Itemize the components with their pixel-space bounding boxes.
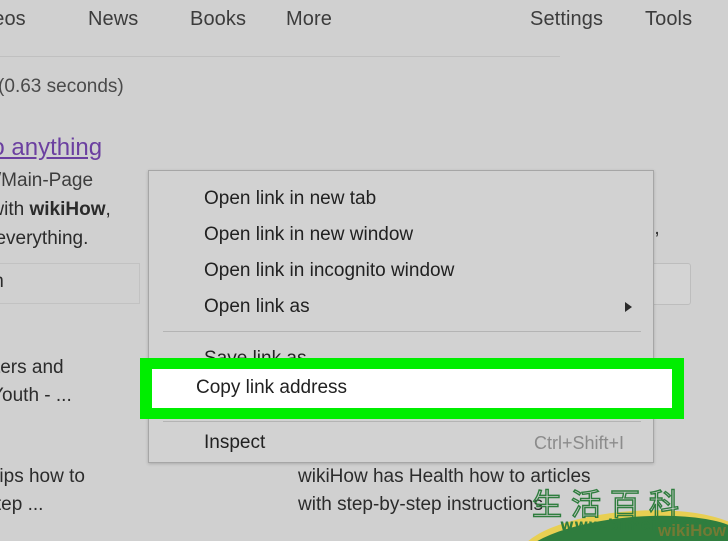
menu-separator [163, 331, 641, 332]
result-3-snippet-line-1: ionships how to [0, 466, 85, 487]
menu-item-label: Open link in new tab [204, 188, 377, 209]
menu-item-open-link-in-new-window[interactable]: Open link in new window [150, 217, 654, 253]
menu-item-label: Open link as [204, 296, 310, 317]
highlight-annotation-box: Copy link address [140, 358, 684, 419]
menu-item-open-link-in-incognito-window[interactable]: Open link in incognito window [150, 253, 654, 289]
menu-item-open-link-in-new-tab[interactable]: Open link in new tab [150, 181, 654, 217]
result-stats: ts (0.63 seconds) [0, 76, 124, 97]
bottom-snippet-line-2: with step-by-step instructions [298, 494, 543, 515]
result-title-link[interactable]: o do anything [0, 134, 102, 162]
sitelinks-search-box[interactable] [0, 263, 140, 304]
nav-item-books[interactable]: Books [190, 8, 246, 31]
menu-item-label: Inspect [204, 432, 266, 453]
menu-item-label: Open link in incognito window [204, 260, 455, 281]
nav-divider [0, 56, 560, 57]
snippet-text-pre: ng with [0, 199, 25, 220]
result-2-snippet-line-2: h - Youth - ... [0, 385, 72, 406]
nav-item-videos[interactable]: deos [0, 8, 26, 31]
menu-separator [163, 421, 641, 422]
nav-item-news[interactable]: News [88, 8, 138, 31]
submenu-chevron-right-icon [625, 302, 632, 312]
highlighted-menu-item-label[interactable]: Copy link address [196, 377, 347, 399]
snippet-bold-term: wikiHow [29, 199, 106, 220]
nav-item-more[interactable]: More [286, 8, 332, 31]
result-url: com/Main-Page [0, 170, 94, 191]
watermark-ghost-text: wikiHow [657, 521, 726, 540]
sitelinks-search-value: m [0, 271, 4, 293]
result-3-snippet-line-2: oy-step ... [0, 494, 44, 515]
menu-item-shortcut: Ctrl+Shift+I [533, 432, 624, 453]
menu-item-inspect[interactable]: Inspect Ctrl+Shift+I [150, 425, 654, 461]
browser-page: deos News Books More Settings Tools ts (… [0, 0, 728, 541]
result-snippet-line-1: ng with wikiHow, [0, 199, 111, 221]
watermark: 生活百科 www.bimeiz.com wikiHow [528, 478, 728, 541]
result-snippet-line-2: for everything. [0, 228, 89, 249]
snippet-text-post: , [105, 199, 111, 220]
result-2-snippet-line-1: mputers and [0, 357, 64, 378]
link-context-menu: Open link in new tab Open link in new wi… [148, 170, 654, 463]
menu-item-label: Open link in new window [204, 224, 414, 245]
nav-item-settings[interactable]: Settings [530, 8, 603, 31]
search-nav-bar: deos News Books More Settings Tools [0, 0, 728, 47]
nav-item-tools[interactable]: Tools [645, 8, 692, 31]
menu-item-open-link-as[interactable]: Open link as [150, 289, 654, 325]
